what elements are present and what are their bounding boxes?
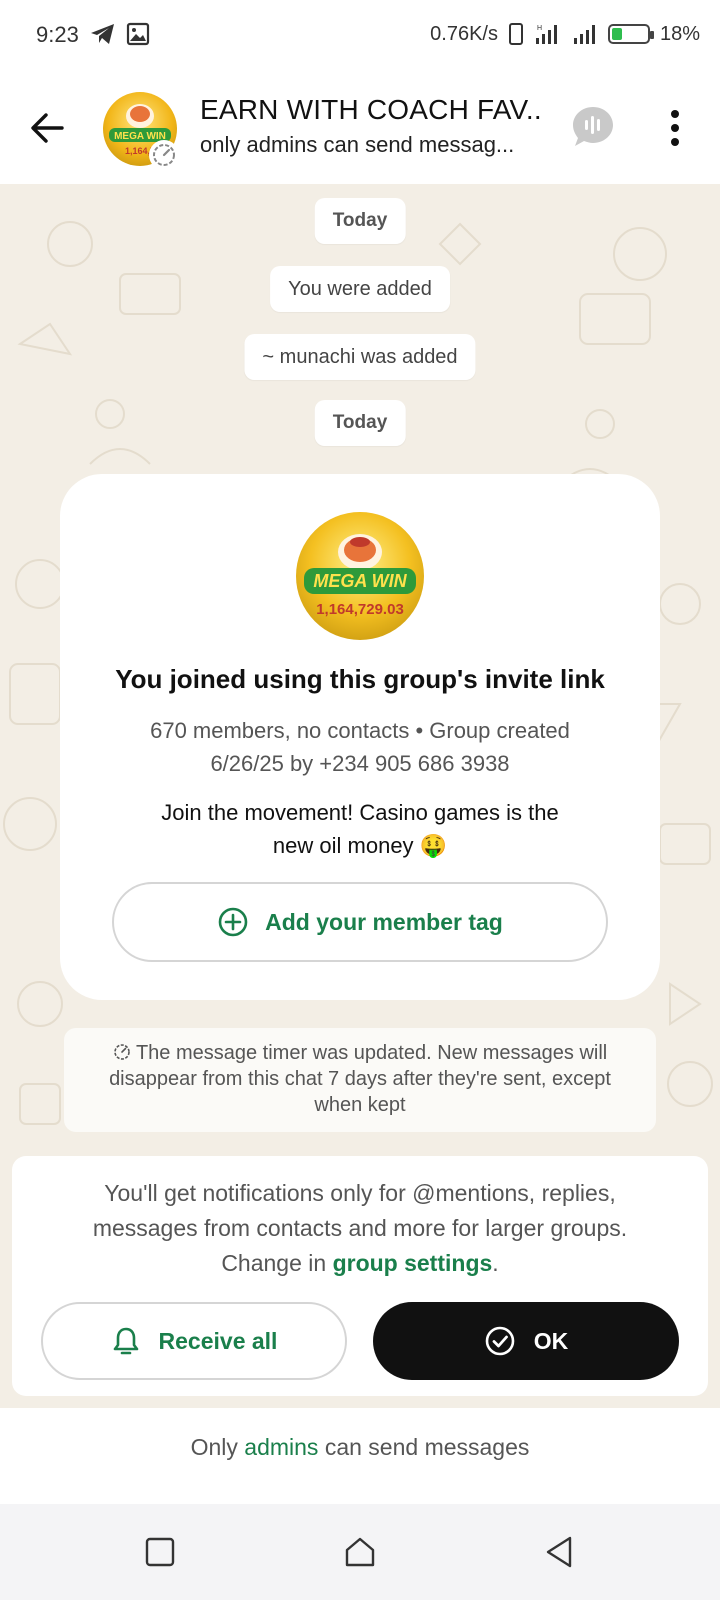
add-member-tag-button[interactable]: Add your member tag xyxy=(112,882,608,962)
signal-icon-1: H xyxy=(535,25,557,44)
square-icon xyxy=(145,1537,175,1567)
avatar-mega-win-text: MEGA WIN xyxy=(313,571,407,591)
battery-icon xyxy=(607,24,654,44)
status-bar: 9:23 0.76K/s H 18% xyxy=(0,0,720,72)
group-avatar[interactable]: MEGA WIN 1,164,7 xyxy=(103,92,179,170)
vibrate-icon xyxy=(508,23,523,45)
invite-card-title: You joined using this group's invite lin… xyxy=(115,664,605,694)
chat-header: MEGA WIN 1,164,7 EARN WITH COACH FAV... … xyxy=(0,72,720,184)
status-time: 9:23 xyxy=(36,22,79,47)
timer-note-line: The message timer was updated. New messa… xyxy=(64,1040,656,1066)
svg-text:H: H xyxy=(537,25,542,32)
description-line: Join the movement! Casino games is the xyxy=(161,800,559,825)
invite-link-card: MEGA WIN 1,164,729.03 You joined using t… xyxy=(60,474,660,1000)
battery-percent: 18% xyxy=(659,22,700,45)
chat-area[interactable]: Today You were added ~ munachi was added… xyxy=(0,184,720,1408)
group-description: Join the movement! Casino games is the n… xyxy=(100,796,620,862)
message-timer-notice: The message timer was updated. New messa… xyxy=(64,1028,656,1132)
home-button[interactable] xyxy=(340,1532,380,1572)
receive-all-label: Receive all xyxy=(158,1327,278,1354)
signal-icon-2 xyxy=(573,25,595,44)
group-title[interactable]: EARN WITH COACH FAV... xyxy=(200,94,540,126)
notification-line: You'll get notifications only for @menti… xyxy=(104,1180,616,1206)
triangle-back-icon xyxy=(546,1536,572,1568)
date-pill: Today xyxy=(314,400,406,446)
group-subtitle[interactable]: only admins can send messag... xyxy=(200,132,540,158)
recents-button[interactable] xyxy=(140,1532,180,1572)
arrow-left-icon xyxy=(31,113,64,143)
home-icon xyxy=(345,1537,375,1567)
timer-note-text: The message timer was updated. New messa… xyxy=(135,1042,608,1064)
back-nav-button[interactable] xyxy=(540,1532,580,1572)
receive-all-button[interactable]: Receive all xyxy=(41,1302,347,1380)
meta-line: 6/26/25 by +234 905 686 3938 xyxy=(210,751,510,776)
notification-line-suffix: . xyxy=(492,1250,499,1276)
timer-note-line: when kept xyxy=(314,1094,406,1116)
notification-line: Change in group settings. xyxy=(52,1246,668,1281)
timer-note-line: disappear from this chat 7 days after th… xyxy=(109,1068,611,1090)
voice-chat-button[interactable] xyxy=(570,104,616,150)
invite-card-meta: 670 members, no contacts • Group created… xyxy=(100,714,620,780)
check-circle-icon xyxy=(485,1326,515,1356)
ok-label: OK xyxy=(533,1327,569,1354)
voice-chat-icon xyxy=(573,107,613,146)
notification-line-prefix: Change in xyxy=(221,1250,327,1276)
group-settings-link[interactable]: group settings xyxy=(333,1250,493,1276)
ok-button[interactable]: OK xyxy=(373,1302,679,1380)
status-right: 0.76K/s H 18% xyxy=(430,22,700,46)
system-message-added-member: ~ munachi was added xyxy=(244,334,476,380)
date-pill: Today xyxy=(314,198,406,244)
notification-text: You'll get notifications only for @menti… xyxy=(52,1176,668,1281)
status-notification-icons xyxy=(90,22,150,46)
timer-icon xyxy=(113,1044,130,1060)
footer-suffix: can send messages xyxy=(324,1434,530,1460)
back-button[interactable] xyxy=(26,106,70,150)
admins-link[interactable]: admins xyxy=(244,1434,318,1460)
timer-badge-icon xyxy=(149,140,179,170)
meta-line: 670 members, no contacts • Group created xyxy=(150,718,570,743)
add-member-tag-label: Add your member tag xyxy=(265,908,503,935)
bell-icon xyxy=(113,1327,138,1355)
plus-circle-icon xyxy=(218,907,248,937)
footer-prefix: Only xyxy=(190,1434,238,1460)
gallery-icon xyxy=(126,22,150,46)
system-message-added-you: You were added xyxy=(270,266,450,312)
admins-only-footer: Only admins can send messages xyxy=(0,1408,720,1504)
description-line: new oil money 🤑 xyxy=(272,833,448,858)
more-options-button[interactable] xyxy=(660,106,690,150)
more-vertical-icon xyxy=(671,110,679,146)
notification-settings-panel: You'll get notifications only for @menti… xyxy=(12,1156,708,1396)
avatar-amount-text: 1,164,729.03 xyxy=(316,601,404,618)
notification-line: messages from contacts and more for larg… xyxy=(92,1215,628,1241)
telegram-icon xyxy=(91,24,114,44)
group-avatar-large[interactable]: MEGA WIN 1,164,729.03 xyxy=(296,512,424,640)
network-speed: 0.76K/s xyxy=(430,22,498,45)
system-navigation-bar xyxy=(0,1504,720,1600)
